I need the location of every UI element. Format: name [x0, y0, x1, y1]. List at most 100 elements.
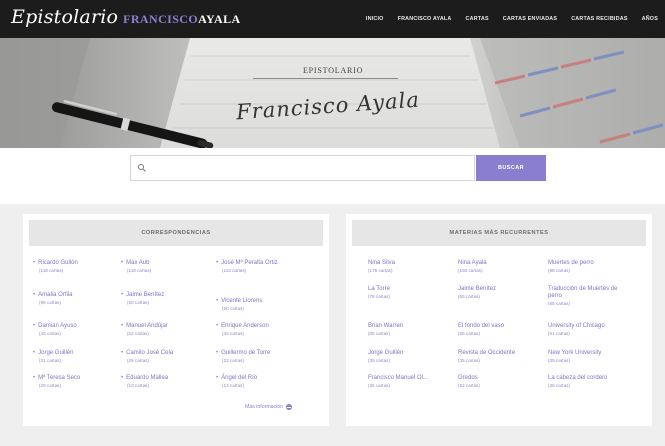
list-item[interactable]: Jorge Guillén(31 cartas) — [33, 350, 125, 364]
letter-count: (32 cartas) — [127, 331, 149, 336]
correspondent-name[interactable]: Camilo José Cela — [121, 350, 213, 357]
list-item[interactable]: New York University (35 cartas) — [548, 350, 644, 364]
list-item[interactable]: Mª Teresa Seco(29 cartas) — [33, 375, 125, 389]
letter-count: (29 cartas) — [39, 383, 61, 388]
list-item[interactable]: Ángel del Río(13 cartas) — [216, 375, 316, 389]
list-item[interactable]: Ricardo Gullón(118 cartas) — [33, 260, 125, 274]
nav-francisco-ayala[interactable]: FRANCISCO AYALA — [398, 16, 452, 22]
subject-name[interactable]: Francisco Manuel Ol... — [368, 375, 460, 382]
subject-name[interactable]: Jaime Benítez — [458, 286, 550, 293]
list-item[interactable]: Camilo José Cela(29 cartas) — [121, 350, 213, 364]
letter-count: (98 cartas) — [548, 268, 570, 273]
subject-name[interactable]: Jorge Guillén — [368, 350, 460, 357]
subject-name[interactable]: Brian Warren — [368, 323, 460, 330]
letter-count: (31 cartas) — [39, 358, 61, 363]
letter-count: (175 cartas) — [368, 268, 393, 273]
subject-name[interactable]: Muertes de perro — [548, 260, 644, 267]
minus-circle-icon — [286, 404, 293, 410]
subject-name[interactable]: La cabeza del cordero — [548, 375, 644, 382]
subject-name[interactable]: Revista de Occidente — [458, 350, 550, 357]
list-item[interactable]: Nina Ayala (150 cartas) — [458, 260, 550, 274]
letter-count: (51 cartas) — [548, 331, 570, 336]
subject-name[interactable]: Gredos — [458, 375, 550, 382]
nav-cartas-enviadas[interactable]: CARTAS ENVIADAS — [503, 16, 557, 22]
correspondent-name[interactable]: Damián Ayuso — [33, 323, 125, 330]
letter-count: (50 cartas) — [127, 300, 149, 305]
more-info-link[interactable]: Más información — [245, 404, 293, 410]
letter-count: (118 cartas) — [127, 268, 152, 273]
list-item[interactable]: Francisco Manuel Ol... (35 cartas) — [368, 375, 460, 389]
letter-count: (118 cartas) — [39, 268, 64, 273]
list-item[interactable]: Eduardo Mallea(13 cartas) — [121, 375, 213, 389]
letter-count: (29 cartas) — [127, 358, 149, 363]
logo-first-name: FRANCISCO — [123, 12, 199, 26]
letter-count: (65 cartas) — [368, 331, 390, 336]
list-item[interactable]: La Torre (78 cartas) — [368, 286, 460, 300]
logo-last-name: AYALA — [198, 12, 241, 26]
list-item[interactable]: Damián Ayuso(45 cartas) — [33, 323, 125, 337]
correspondent-name[interactable]: Manuel Andújar — [121, 323, 213, 330]
letter-count: (62 cartas) — [458, 383, 480, 388]
list-item[interactable]: Guillermo de Torre(23 cartas) — [216, 350, 316, 364]
list-item[interactable]: Nina Silva (175 cartas) — [368, 260, 460, 274]
list-item[interactable]: Enrique Anderson(32 cartas) — [216, 323, 316, 337]
list-item[interactable]: Jaime Benítez (65 cartas) — [458, 286, 550, 300]
correspondent-name[interactable]: Ricardo Gullón — [33, 260, 125, 267]
nav-inicio[interactable]: INICIO — [366, 16, 384, 22]
correspondent-name[interactable]: Jorge Guillén — [33, 350, 125, 357]
site-logo[interactable]: Epistolario FRANCISCOAYALA — [11, 6, 241, 28]
correspondent-name[interactable]: José Mª Peralta Ortiz — [216, 260, 302, 267]
list-item[interactable]: Jorge Guillén (35 cartas) — [368, 350, 460, 364]
hero-divider — [253, 78, 398, 79]
nav-cartas-recibidas[interactable]: CARTAS RECIBIDAS — [571, 16, 627, 22]
correspondent-name[interactable]: Eduardo Mallea — [121, 375, 213, 382]
letter-count: (23 cartas) — [222, 358, 244, 363]
list-item[interactable]: Gredos (62 cartas) — [458, 375, 550, 389]
letter-count: (13 cartas) — [127, 383, 149, 388]
list-item[interactable]: Revista de Occidente (35 cartas) — [458, 350, 550, 364]
list-item[interactable]: University of Chicago (51 cartas) — [548, 323, 644, 337]
nav-anos[interactable]: AÑOS — [642, 16, 658, 22]
list-item[interactable]: Jaime Benítez(50 cartas) — [121, 292, 213, 306]
correspondent-name[interactable]: Mª Teresa Seco — [33, 375, 125, 382]
list-item[interactable]: Muertes de perro (98 cartas) — [548, 260, 644, 274]
correspondent-name[interactable]: Ángel del Río — [216, 375, 316, 382]
list-item[interactable]: Max Aub(118 cartas) — [121, 260, 213, 274]
letter-count: (65 cartas) — [458, 294, 480, 299]
list-item[interactable]: Manuel Andújar(32 cartas) — [121, 323, 213, 337]
correspondent-name[interactable]: Enrique Anderson — [216, 323, 316, 330]
list-item[interactable]: Vicente Llorens(50 cartas) — [216, 298, 316, 312]
subject-name[interactable]: Traducción de Muertes de perro — [548, 286, 628, 300]
logo-script: Epistolario — [11, 6, 119, 28]
letter-count: (35 cartas) — [368, 383, 390, 388]
more-info-label: Más información — [245, 404, 284, 410]
hero-heading: EPISTOLARIO — [303, 66, 364, 75]
letter-count: (98 cartas) — [39, 300, 61, 305]
search-input[interactable] — [130, 155, 475, 181]
letter-count: (65 cartas) — [548, 301, 570, 306]
subject-name[interactable]: La Torre — [368, 286, 460, 293]
list-item[interactable]: José Mª Peralta Ortiz(113 cartas) — [216, 260, 316, 274]
letter-count: (35 cartas) — [368, 358, 390, 363]
main-nav: INICIO FRANCISCO AYALA CARTAS CARTAS ENV… — [352, 0, 658, 38]
search-button[interactable]: BUSCAR — [476, 155, 546, 181]
list-item[interactable]: La cabeza del cordero (35 cartas) — [548, 375, 644, 389]
subject-name[interactable]: Nina Ayala — [458, 260, 550, 267]
nav-cartas[interactable]: CARTAS — [466, 16, 489, 22]
correspondent-name[interactable]: Jaime Benítez — [121, 292, 213, 299]
list-item[interactable]: El fondo del vaso (55 cartas) — [458, 323, 550, 337]
subject-name[interactable]: Nina Silva — [368, 260, 460, 267]
list-item[interactable]: Traducción de Muertes de perro (65 cartas… — [548, 286, 644, 307]
correspondent-name[interactable]: Amalia Orfila — [33, 292, 125, 299]
letter-count: (45 cartas) — [39, 331, 61, 336]
subject-name[interactable]: New York University — [548, 350, 644, 357]
list-item[interactable]: Brian Warren (65 cartas) — [368, 323, 460, 337]
correspondent-name[interactable]: Max Aub — [121, 260, 213, 267]
correspondent-name[interactable]: Vicente Llorens — [216, 298, 316, 305]
correspondent-name[interactable]: Guillermo de Torre — [216, 350, 316, 357]
subject-name[interactable]: El fondo del vaso — [458, 323, 550, 330]
top-navbar: Epistolario FRANCISCOAYALA INICIO FRANCI… — [0, 0, 665, 38]
list-item[interactable]: Amalia Orfila(98 cartas) — [33, 292, 125, 306]
subject-name[interactable]: University of Chicago — [548, 323, 644, 330]
materias-title: MATERIAS MÁS RECURRENTES — [352, 220, 646, 246]
